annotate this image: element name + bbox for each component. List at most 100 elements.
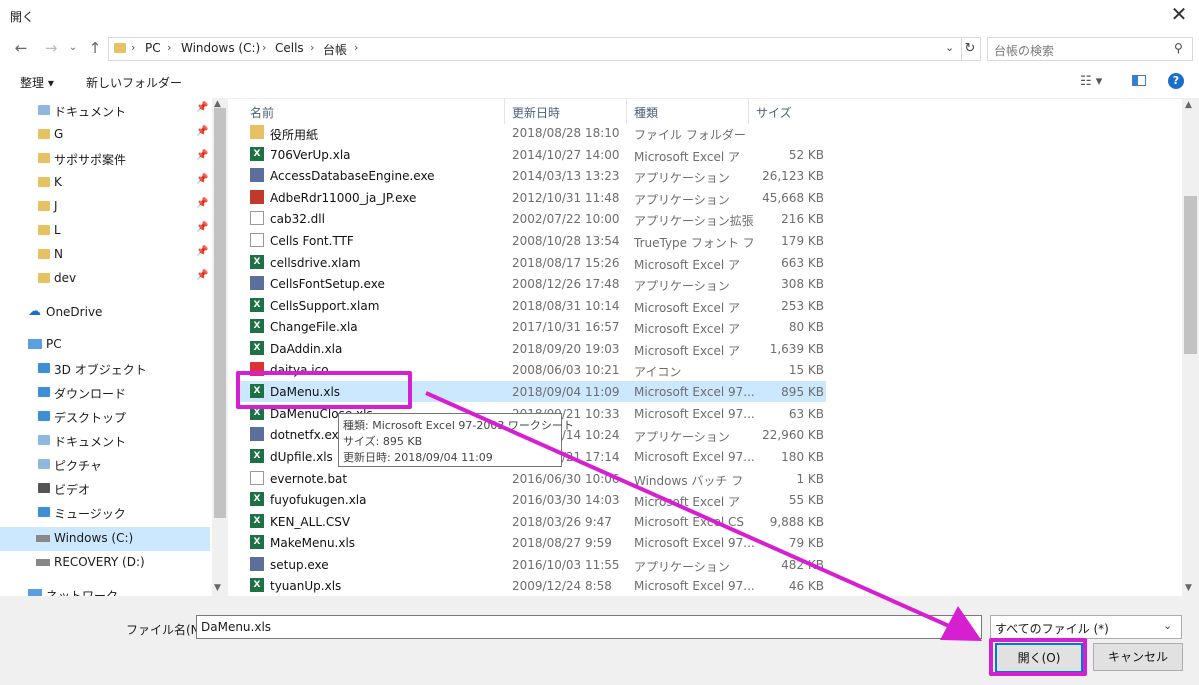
sidebar-item-n[interactable]: N 📌 (0, 243, 210, 267)
sidebar-item-pictures[interactable]: ピクチャ (0, 453, 210, 477)
pin-icon: 📌 (196, 126, 209, 137)
application-icon (250, 190, 264, 204)
desktop-icon (38, 411, 50, 421)
excel-icon: X (250, 514, 264, 528)
file-row[interactable]: X 706VerUp.xla 2014/10/27 14:00 Microsof… (238, 144, 826, 165)
file-type-select[interactable]: すべてのファイル (*) ⌄ (990, 615, 1182, 639)
filename-input[interactable]: DaMenu.xls (196, 615, 982, 639)
file-row[interactable]: X cellsdrive.xlam 2018/08/17 15:26 Micro… (238, 252, 826, 273)
sidebar-item-j[interactable]: J 📌 (0, 195, 210, 219)
file-row[interactable]: X ChangeFile.xla 2017/10/31 16:57 Micros… (238, 316, 826, 337)
scroll-down-icon[interactable]: ▼ (1185, 583, 1192, 593)
sidebar-item-documents-pc[interactable]: ドキュメント (0, 429, 210, 453)
sidebar-item-desktop[interactable]: デスクトップ (0, 405, 210, 429)
file-row[interactable]: evernote.bat 2016/06/30 10:06 Windows バッ… (238, 468, 826, 489)
application-icon (250, 427, 264, 441)
file-row[interactable]: X tyuanUp.xls 2009/12/24 8:58 Microsoft … (238, 575, 826, 596)
column-header-date[interactable]: 更新日時 (512, 104, 560, 121)
folder-icon (250, 125, 264, 139)
close-icon[interactable]: ✕ (1168, 4, 1190, 26)
sidebar-item-windows-c[interactable]: Windows (C:) (0, 527, 210, 551)
view-options-icon[interactable]: ☷ ▾ (1080, 74, 1102, 89)
excel-icon: X (250, 535, 264, 549)
tooltip-size: サイズ: 895 KB (343, 435, 423, 448)
preview-pane-icon[interactable] (1132, 75, 1146, 86)
up-arrow-icon[interactable]: ↑ (84, 38, 106, 58)
cancel-button[interactable]: キャンセル (1093, 643, 1183, 671)
column-header-size[interactable]: サイズ (756, 104, 792, 121)
excel-icon: X (250, 255, 264, 269)
file-row[interactable]: CellsFontSetup.exe 2008/12/26 17:48 アプリケ… (238, 273, 826, 294)
excel-icon: X (250, 449, 264, 463)
chevron-down-icon[interactable]: ⌄ (945, 41, 954, 54)
application-icon (250, 168, 264, 182)
tooltip-date: 更新日時: 2018/09/04 11:09 (343, 451, 493, 464)
help-icon[interactable]: ? (1168, 73, 1184, 89)
documents-icon (38, 105, 50, 115)
search-icon: ⚲ (1174, 41, 1183, 55)
scroll-down-icon[interactable]: ▼ (214, 583, 221, 593)
title-bar (0, 0, 1199, 32)
search-input[interactable]: 台帳の検索 ⚲ (987, 37, 1193, 61)
sidebar-item-pc[interactable]: PC (0, 333, 210, 357)
sidebar-item-onedrive[interactable]: ☁ OneDrive (0, 301, 210, 325)
scroll-up-icon[interactable]: ▲ (1185, 100, 1192, 110)
video-icon (38, 483, 50, 493)
documents-icon (38, 435, 50, 445)
file-row[interactable]: AccessDatabaseEngine.exe 2014/03/13 13:2… (238, 165, 826, 186)
file-row[interactable]: X MakeMenu.xls 2018/08/27 9:59 Microsoft… (238, 532, 826, 553)
forward-arrow-icon[interactable]: → (40, 38, 62, 58)
new-folder-button[interactable]: 新しいフォルダー (86, 74, 182, 91)
sidebar-item-dev[interactable]: dev 📌 (0, 267, 210, 291)
breadcrumb-daicho[interactable]: 台帳 (323, 41, 347, 58)
computer-icon (28, 339, 42, 349)
sidebar-item-g[interactable]: G 📌 (0, 123, 210, 147)
sidebar-item-network[interactable]: ネットワーク (0, 583, 210, 596)
excel-icon: X (250, 298, 264, 312)
pin-icon: 📌 (196, 198, 209, 209)
chevron-down-icon[interactable]: ⌄ (62, 38, 84, 58)
sidebar-item-downloads[interactable]: ダウンロード (0, 381, 210, 405)
3d-objects-icon (38, 363, 50, 373)
file-row[interactable]: AdbeRdr11000_ja_JP.exe 2012/10/31 11:48 … (238, 187, 826, 208)
sidebar-scrollbar-thumb[interactable] (214, 108, 226, 518)
sidebar-item-k[interactable]: K 📌 (0, 171, 210, 195)
sidebar-item-music[interactable]: ミュージック (0, 501, 210, 525)
highlight-box-open-button (989, 638, 1087, 676)
organize-button[interactable]: 整理 ▾ (20, 74, 54, 91)
pin-icon: 📌 (196, 150, 209, 161)
address-bar[interactable]: › PC › Windows (C:) › Cells › 台帳 › ⌄ (108, 37, 962, 61)
sidebar-item-3d-objects[interactable]: 3D オブジェクト (0, 357, 210, 381)
sidebar-item-saposapo[interactable]: サポサポ案件 📌 (0, 147, 210, 171)
file-row[interactable]: X DaAddin.xla 2018/09/20 19:03 Microsoft… (238, 338, 826, 359)
column-header-type[interactable]: 種類 (634, 104, 658, 121)
refresh-icon[interactable]: ↻ (960, 37, 981, 61)
file-row[interactable]: cab32.dll 2002/07/22 10:00 アプリケーション拡張 21… (238, 208, 826, 229)
file-row[interactable]: X CellsSupport.xlam 2018/08/31 10:14 Mic… (238, 295, 826, 316)
chevron-down-icon: ⌄ (1163, 619, 1173, 632)
file-list-scrollbar-thumb[interactable] (1184, 196, 1197, 354)
scroll-up-icon[interactable]: ▲ (214, 99, 221, 109)
pictures-icon (38, 459, 50, 469)
folder-icon (38, 177, 50, 187)
sidebar-item-documents[interactable]: ドキュメント 📌 (0, 99, 210, 123)
file-row[interactable]: 役所用紙 2018/08/28 18:10 ファイル フォルダー (238, 122, 826, 143)
drive-icon (36, 559, 50, 566)
dll-file-icon (250, 211, 264, 225)
batch-file-icon (250, 471, 264, 485)
file-row[interactable]: Cells Font.TTF 2008/10/28 13:54 TrueType… (238, 230, 826, 251)
back-arrow-icon[interactable]: ← (10, 38, 32, 58)
sidebar-item-videos[interactable]: ビデオ (0, 477, 210, 501)
breadcrumb-drive[interactable]: Windows (C:) (181, 41, 260, 55)
file-row[interactable]: X KEN_ALL.CSV 2018/03/26 9:47 Microsoft … (238, 511, 826, 532)
application-icon (250, 276, 264, 290)
folder-icon (38, 249, 50, 259)
pin-icon: 📌 (196, 222, 209, 233)
breadcrumb-cells[interactable]: Cells (275, 41, 304, 55)
column-header-name[interactable]: 名前 (250, 104, 274, 121)
file-row[interactable]: setup.exe 2016/10/03 11:55 アプリケーション 482 … (238, 554, 826, 575)
file-row[interactable]: X fuyofukugen.xla 2016/03/30 14:03 Micro… (238, 489, 826, 510)
sidebar-item-l[interactable]: L 📌 (0, 219, 210, 243)
sidebar-item-recovery-d[interactable]: RECOVERY (D:) (0, 551, 210, 575)
breadcrumb-pc[interactable]: PC (145, 41, 161, 55)
